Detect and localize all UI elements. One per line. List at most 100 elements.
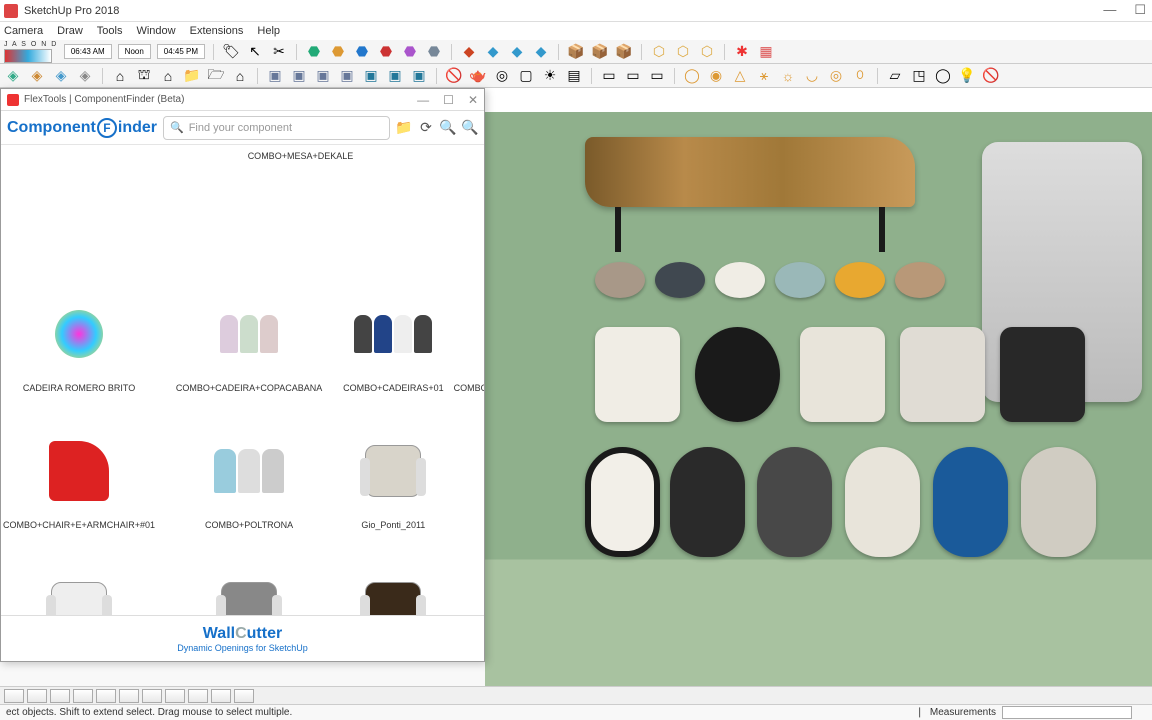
comp-b-icon[interactable]: ⛫ <box>135 67 153 85</box>
spiral-icon[interactable]: ௦ <box>851 67 869 85</box>
shadow-time-widget[interactable]: J A S O N D <box>4 41 58 63</box>
wire-b-icon[interactable]: ⬡ <box>674 43 692 61</box>
layer-e-icon[interactable]: ▣ <box>362 67 380 85</box>
folder-icon[interactable]: 📁 <box>396 120 412 136</box>
model-chair[interactable] <box>757 447 832 557</box>
cf-maximize-button[interactable]: ☐ <box>443 93 454 107</box>
cf-footer[interactable]: WallCutter Dynamic Openings for SketchUp <box>1 615 484 661</box>
book-c-icon[interactable]: ◈ <box>52 67 70 85</box>
comp-open-icon[interactable]: 🗁 <box>207 67 225 85</box>
comp-home-icon[interactable]: ⌂ <box>159 67 177 85</box>
model-chair[interactable] <box>585 447 660 557</box>
cf-close-button[interactable]: ✕ <box>468 93 478 107</box>
zoom-out-icon[interactable]: 🔍 <box>440 120 456 136</box>
panel-c-icon[interactable]: ▭ <box>648 67 666 85</box>
refresh-icon[interactable]: ⟳ <box>418 120 434 136</box>
scene-tab[interactable] <box>234 689 254 703</box>
cube-purple-icon[interactable]: ⬣ <box>401 43 419 61</box>
cf-minimize-button[interactable]: — <box>417 93 429 107</box>
scene-tab[interactable] <box>27 689 47 703</box>
arc-icon[interactable]: ◡ <box>803 67 821 85</box>
model-stool[interactable] <box>835 262 885 298</box>
grid-item[interactable]: Chair_Folding_Directors <box>452 560 484 615</box>
grid-item[interactable]: COMBO+POLTRONA <box>163 423 335 558</box>
measurements-input[interactable] <box>1002 706 1132 719</box>
model-chair[interactable] <box>933 447 1008 557</box>
model-stool[interactable] <box>655 262 705 298</box>
light-icon[interactable]: 💡 <box>958 67 976 85</box>
grid-item[interactable]: CADEIRA ROMERO BRITO <box>1 286 157 421</box>
box-b-icon[interactable]: 📦 <box>591 43 609 61</box>
minimize-button[interactable]: — <box>1103 2 1116 18</box>
disable-icon[interactable]: 🚫 <box>982 67 1000 85</box>
model-table[interactable] <box>585 137 915 207</box>
solid-subtract-icon[interactable]: ◆ <box>484 43 502 61</box>
layer-g-icon[interactable]: ▣ <box>410 67 428 85</box>
cf-titlebar[interactable]: FlexTools | ComponentFinder (Beta) — ☐ ✕ <box>1 89 484 111</box>
model-chair[interactable] <box>800 327 885 422</box>
model-stool[interactable] <box>895 262 945 298</box>
model-stool[interactable] <box>775 262 825 298</box>
wire-c-icon[interactable]: ⬡ <box>698 43 716 61</box>
grid-item[interactable]: COMBO+CHAIR+E+ARMCHAIR+#01 <box>1 423 157 558</box>
cursor-icon[interactable]: ↖ <box>246 43 264 61</box>
model-stool[interactable] <box>595 262 645 298</box>
scene-tab[interactable] <box>119 689 139 703</box>
scene-tab[interactable] <box>73 689 93 703</box>
solid-trim-icon[interactable]: ◆ <box>508 43 526 61</box>
teapot-icon[interactable]: 🫖 <box>469 67 487 85</box>
cube-orange-icon[interactable]: ⬣ <box>329 43 347 61</box>
model-chair[interactable] <box>1021 447 1096 557</box>
grid-item[interactable]: COMBO+CADEIRAS+01 <box>341 286 446 421</box>
render-c-icon[interactable]: ☀ <box>541 67 559 85</box>
time-start[interactable]: 06:43 AM <box>64 44 112 59</box>
layer-a-icon[interactable]: ▣ <box>266 67 284 85</box>
time-noon[interactable]: Noon <box>118 44 151 59</box>
grid-item[interactable]: ikea+chair <box>341 560 446 615</box>
layer-f-icon[interactable]: ▣ <box>386 67 404 85</box>
model-chair[interactable] <box>845 447 920 557</box>
scene-tab[interactable] <box>4 689 24 703</box>
cube-gray-icon[interactable]: ⬣ <box>425 43 443 61</box>
gear-red-icon[interactable]: ✱ <box>733 43 751 61</box>
book-a-icon[interactable]: ◈ <box>4 67 22 85</box>
scene-tab[interactable] <box>211 689 231 703</box>
cf-search-input[interactable]: 🔍 Find your component <box>163 116 390 140</box>
grid-item[interactable]: COMBO+CADEIRA+COPACABANA <box>163 286 335 421</box>
render-a-icon[interactable]: ◎ <box>493 67 511 85</box>
grid-item[interactable]: Gray Chair <box>452 423 484 558</box>
circle-target-icon[interactable]: ◉ <box>707 67 725 85</box>
layer-c-icon[interactable]: ▣ <box>314 67 332 85</box>
solid-union-icon[interactable]: ◆ <box>460 43 478 61</box>
wand-icon[interactable]: ⚹ <box>755 67 773 85</box>
no-icon[interactable]: 🚫 <box>445 67 463 85</box>
grid-item[interactable]: MANNING_UPHOLSTERED_ARMCHAIR <box>163 560 335 615</box>
menu-window[interactable]: Window <box>136 25 175 37</box>
time-end[interactable]: 04:45 PM <box>157 44 205 59</box>
sun-b-icon[interactable]: ☼ <box>779 67 797 85</box>
grid-item[interactable]: COMBO+CADEIRAS+SIERRA+#01 <box>452 286 484 421</box>
viewport-3d[interactable] <box>485 112 1152 686</box>
comp-folder-icon[interactable]: 📁 <box>183 67 201 85</box>
grid-icon[interactable]: ▦ <box>757 43 775 61</box>
menu-camera[interactable]: Camera <box>4 25 43 37</box>
panel-b-icon[interactable]: ▭ <box>624 67 642 85</box>
model-stool[interactable] <box>715 262 765 298</box>
scene-tab[interactable] <box>96 689 116 703</box>
model-chair[interactable] <box>1000 327 1085 422</box>
tag-icon[interactable]: 🏷 <box>222 43 240 61</box>
zoom-in-icon[interactable]: 🔍 <box>462 120 478 136</box>
menu-tools[interactable]: Tools <box>97 25 123 37</box>
model-chair[interactable] <box>695 327 780 422</box>
maximize-button[interactable]: ☐ <box>1134 2 1146 18</box>
comp-a-icon[interactable]: ⌂ <box>111 67 129 85</box>
cyl-icon[interactable]: ◯ <box>934 67 952 85</box>
render-d-icon[interactable]: ▤ <box>565 67 583 85</box>
box-a-icon[interactable]: 📦 <box>567 43 585 61</box>
menu-extensions[interactable]: Extensions <box>190 25 244 37</box>
cube-red-icon[interactable]: ⬣ <box>377 43 395 61</box>
menu-help[interactable]: Help <box>257 25 280 37</box>
angle-icon[interactable]: △ <box>731 67 749 85</box>
cube-green-icon[interactable]: ⬣ <box>305 43 323 61</box>
grid-item[interactable]: COMBO+MESA+DEKALE <box>1 149 484 169</box>
